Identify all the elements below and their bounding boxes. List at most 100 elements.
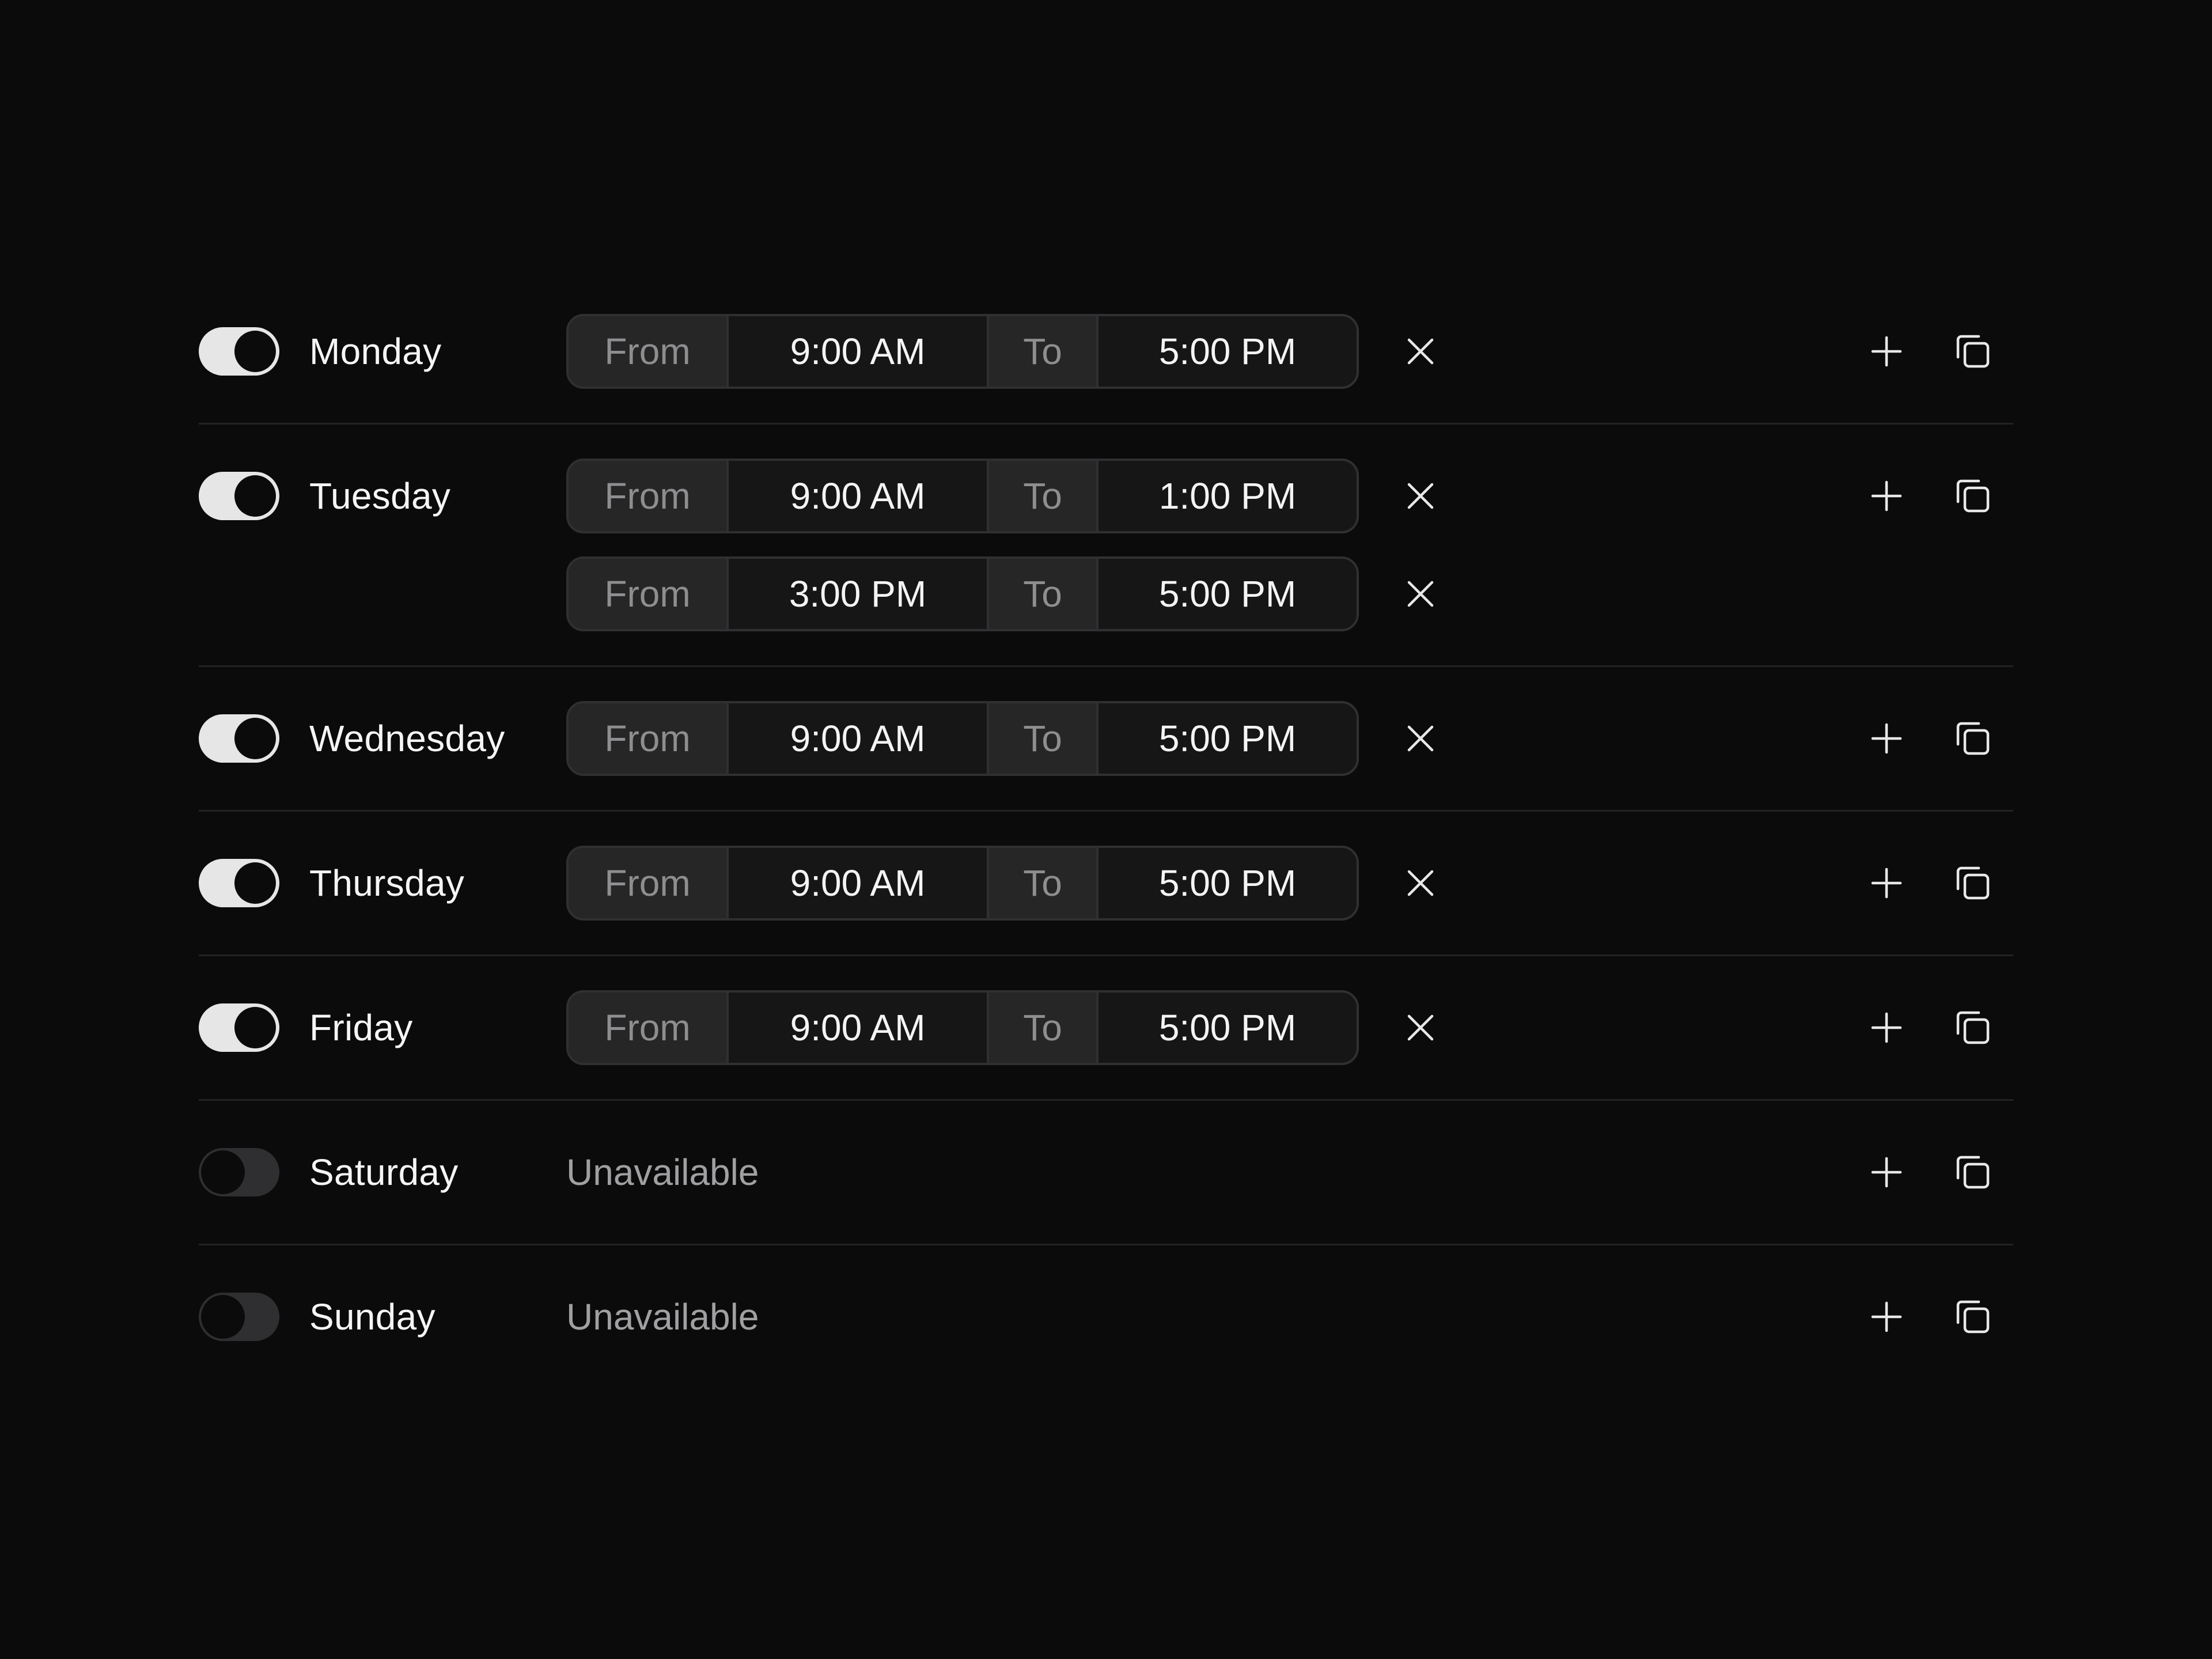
plus-icon (1871, 868, 1902, 899)
day-header: Wednesday (199, 701, 566, 776)
add-range-button[interactable] (1858, 323, 1915, 380)
toggle-knob (201, 1150, 245, 1194)
time-range: From 3:00 PM To 5:00 PM (566, 556, 1546, 631)
copy-icon (1956, 1300, 1990, 1334)
day-row-friday: Friday From 9:00 AM To 5:00 PM (199, 956, 2013, 1101)
day-actions (1858, 1135, 2002, 1210)
day-header: Friday (199, 990, 566, 1065)
toggle-knob (234, 718, 276, 759)
time-range-box: From 9:00 AM To 1:00 PM (566, 459, 1359, 533)
copy-icon (1956, 722, 1990, 755)
add-range-button[interactable] (1858, 467, 1915, 525)
day-toggle-thursday[interactable] (199, 859, 279, 907)
day-name: Sunday (309, 1296, 435, 1338)
start-time-select[interactable]: 3:00 PM (729, 559, 989, 629)
time-range-box: From 9:00 AM To 5:00 PM (566, 990, 1359, 1065)
day-header: Saturday (199, 1135, 566, 1210)
copy-times-button[interactable] (1944, 1288, 2002, 1346)
time-range-box: From 3:00 PM To 5:00 PM (566, 556, 1359, 631)
plus-icon (1871, 336, 1902, 367)
day-actions (1858, 1279, 2002, 1354)
add-range-button[interactable] (1858, 999, 1915, 1056)
toggle-knob (234, 862, 276, 904)
day-actions (1858, 701, 2002, 776)
to-label: To (989, 316, 1099, 387)
day-header: Monday (199, 314, 566, 389)
from-label: From (569, 559, 729, 629)
close-icon (1407, 338, 1434, 365)
copy-icon (1956, 1011, 1990, 1044)
day-header: Sunday (199, 1279, 566, 1354)
time-ranges: From 9:00 AM To 5:00 PM (566, 846, 1546, 921)
copy-times-button[interactable] (1944, 323, 2002, 380)
from-label: From (569, 316, 729, 387)
start-time-select[interactable]: 9:00 AM (729, 316, 989, 387)
day-toggle-tuesday[interactable] (199, 472, 279, 520)
add-range-button[interactable] (1858, 1288, 1915, 1346)
remove-range-button[interactable] (1397, 1005, 1444, 1051)
close-icon (1407, 581, 1434, 607)
from-label: From (569, 461, 729, 531)
end-time-select[interactable]: 5:00 PM (1099, 848, 1357, 918)
close-icon (1407, 870, 1434, 896)
copy-times-button[interactable] (1944, 999, 2002, 1056)
start-time-select[interactable]: 9:00 AM (729, 848, 989, 918)
day-actions (1858, 459, 2002, 533)
add-range-button[interactable] (1858, 1143, 1915, 1201)
remove-range-button[interactable] (1397, 571, 1444, 617)
day-toggle-monday[interactable] (199, 327, 279, 376)
day-name: Tuesday (309, 475, 451, 517)
start-time-select[interactable]: 9:00 AM (729, 993, 989, 1063)
day-actions (1858, 314, 2002, 389)
to-label: To (989, 559, 1099, 629)
end-time-select[interactable]: 5:00 PM (1099, 993, 1357, 1063)
copy-icon (1956, 479, 1990, 513)
plus-icon (1871, 480, 1902, 512)
end-time-select[interactable]: 5:00 PM (1099, 703, 1357, 774)
start-time-select[interactable]: 9:00 AM (729, 703, 989, 774)
day-row-sunday: Sunday Unavailable (199, 1245, 2013, 1388)
day-actions (1858, 990, 2002, 1065)
time-ranges: From 9:00 AM To 5:00 PM (566, 701, 1546, 776)
day-toggle-saturday[interactable] (199, 1148, 279, 1196)
end-time-select[interactable]: 5:00 PM (1099, 559, 1357, 629)
remove-range-button[interactable] (1397, 860, 1444, 906)
unavailable-label: Unavailable (566, 1296, 759, 1338)
day-toggle-wednesday[interactable] (199, 714, 279, 763)
close-icon (1407, 483, 1434, 509)
end-time-select[interactable]: 5:00 PM (1099, 316, 1357, 387)
copy-times-button[interactable] (1944, 467, 2002, 525)
unavailable-label: Unavailable (566, 1152, 759, 1193)
close-icon (1407, 725, 1434, 752)
copy-icon (1956, 866, 1990, 900)
copy-times-button[interactable] (1944, 1143, 2002, 1201)
day-row-saturday: Saturday Unavailable (199, 1101, 2013, 1245)
remove-range-button[interactable] (1397, 328, 1444, 374)
copy-times-button[interactable] (1944, 710, 2002, 767)
remove-range-button[interactable] (1397, 473, 1444, 519)
day-row-wednesday: Wednesday From 9:00 AM To 5:00 PM (199, 667, 2013, 812)
day-toggle-friday[interactable] (199, 1003, 279, 1052)
day-row-monday: Monday From 9:00 AM To 5:00 PM (199, 314, 2013, 425)
toggle-knob (234, 331, 276, 372)
toggle-knob (234, 475, 276, 517)
time-ranges: From 9:00 AM To 5:00 PM (566, 314, 1546, 389)
time-range: From 9:00 AM To 5:00 PM (566, 990, 1546, 1065)
time-ranges: Unavailable (566, 1135, 1546, 1210)
add-range-button[interactable] (1858, 710, 1915, 767)
end-time-select[interactable]: 1:00 PM (1099, 461, 1357, 531)
add-range-button[interactable] (1858, 854, 1915, 912)
toggle-knob (201, 1295, 245, 1339)
remove-range-button[interactable] (1397, 715, 1444, 762)
copy-icon (1956, 1156, 1990, 1189)
close-icon (1407, 1014, 1434, 1041)
time-range: From 9:00 AM To 5:00 PM (566, 314, 1546, 389)
start-time-select[interactable]: 9:00 AM (729, 461, 989, 531)
time-range: From 9:00 AM To 5:00 PM (566, 701, 1546, 776)
day-row-tuesday: Tuesday From 9:00 AM To 1:00 PM From 3:0… (199, 425, 2013, 667)
day-toggle-sunday[interactable] (199, 1293, 279, 1341)
copy-times-button[interactable] (1944, 854, 2002, 912)
time-ranges: Unavailable (566, 1279, 1546, 1354)
time-ranges: From 9:00 AM To 1:00 PM From 3:00 PM To … (566, 459, 1546, 631)
day-header: Tuesday (199, 459, 566, 533)
